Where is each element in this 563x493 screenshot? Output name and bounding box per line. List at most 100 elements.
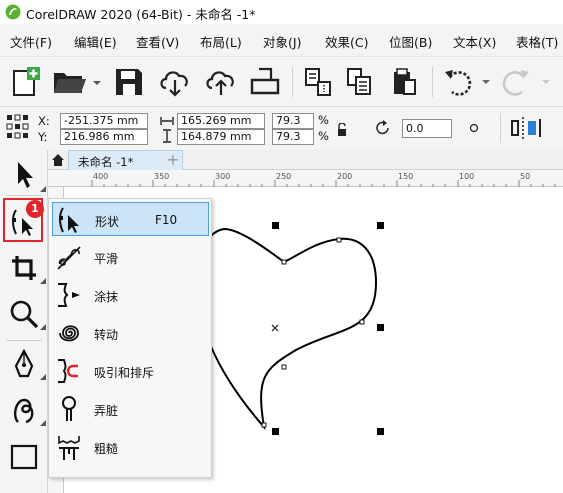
menu-effects[interactable]: 效果(C)	[325, 32, 368, 51]
import-icon[interactable]	[302, 66, 334, 98]
menu-bitmaps[interactable]: 位图(B)	[389, 32, 432, 51]
percent-label: %	[318, 113, 329, 127]
cloud-upload-icon[interactable]	[204, 66, 238, 98]
add-tab-button[interactable]: +	[164, 151, 182, 169]
selection-handle[interactable]	[377, 428, 384, 435]
flyout-arrow-icon	[40, 186, 46, 192]
width-field[interactable]: 165.269 mm	[177, 113, 265, 129]
flyout-arrow-icon	[40, 420, 46, 426]
menu-bar: 文件(F) 编辑(E) 查看(V) 布局(L) 对象(J) 效果(C) 位图(B…	[0, 24, 563, 56]
smooth-tool-icon	[57, 246, 81, 270]
pick-tool-icon[interactable]	[8, 158, 40, 190]
zoom-tool-icon[interactable]	[8, 298, 40, 330]
rotate-icon	[376, 120, 389, 135]
x-label: X:	[38, 114, 50, 128]
print-icon[interactable]	[248, 66, 282, 98]
node-handle[interactable]	[261, 422, 267, 428]
save-icon[interactable]	[114, 67, 144, 97]
node-handle[interactable]	[336, 237, 342, 243]
flyout-item-label: 涂抹	[94, 290, 119, 304]
flyout-item-shape[interactable]: 形状 F10	[52, 202, 209, 236]
scale-x-field[interactable]: 79.3	[272, 113, 314, 129]
toolbar-separator	[500, 113, 501, 143]
cloud-download-icon[interactable]	[158, 66, 192, 98]
mirror-icon[interactable]	[510, 115, 544, 141]
shape-tool-icon	[59, 207, 79, 233]
window-title: CorelDRAW 2020 (64-Bit) - 未命名 -1*	[26, 7, 256, 22]
selection-handle[interactable]	[272, 428, 279, 435]
node-handle[interactable]	[359, 319, 365, 325]
heart-shape[interactable]	[196, 227, 378, 431]
flyout-item-label: 平滑	[94, 252, 119, 266]
menu-table[interactable]: 表格(T)	[516, 32, 558, 51]
toolbar-separator	[432, 67, 433, 97]
menu-file[interactable]: 文件(F)	[10, 32, 52, 51]
selection-handle[interactable]	[377, 324, 384, 331]
flyout-item-attract-repel[interactable]: 吸引和排斥	[52, 354, 209, 388]
center-marker	[271, 324, 279, 332]
open-folder-icon[interactable]	[52, 67, 102, 97]
node-handle[interactable]	[281, 259, 287, 265]
redo-icon[interactable]	[502, 66, 552, 98]
crop-tool-icon[interactable]	[8, 252, 40, 284]
selection-handle[interactable]	[377, 222, 384, 229]
property-bar: X: Y: -251.375 mm 216.986 mm 165.269 mm …	[0, 106, 563, 150]
pen-tool-icon[interactable]	[8, 348, 40, 380]
toolbox: 1	[0, 150, 48, 493]
menu-view[interactable]: 查看(V)	[136, 32, 179, 51]
smudge-tool-icon	[62, 396, 76, 421]
roughen-tool-icon	[58, 436, 80, 460]
rectangle-tool-icon[interactable]	[8, 440, 40, 472]
smear-tool-icon	[58, 283, 80, 307]
object-origin-icon[interactable]	[5, 113, 31, 141]
twirl-tool-icon	[59, 325, 79, 342]
callout-badge: 1	[26, 200, 44, 218]
flyout-item-label: 转动	[94, 328, 119, 342]
width-icon	[160, 117, 174, 125]
toolbar-separator	[292, 67, 293, 97]
export-icon[interactable]	[344, 66, 376, 98]
document-tab-bar: 未命名 -1* +	[48, 150, 563, 170]
y-label: Y:	[38, 130, 48, 144]
flyout-item-smear[interactable]: 涂抹	[52, 278, 209, 312]
flyout-item-smudge[interactable]: 弄脏	[52, 392, 209, 426]
height-field[interactable]: 164.879 mm	[177, 129, 265, 145]
flyout-item-label: 形状	[95, 215, 120, 229]
x-position-field[interactable]: -251.375 mm	[60, 113, 148, 129]
flyout-item-label: 弄脏	[94, 404, 119, 418]
percent-label: %	[318, 129, 329, 143]
freehand-tool-icon[interactable]	[8, 394, 40, 426]
degree-icon	[469, 123, 479, 133]
flyout-item-roughen[interactable]: 粗糙	[52, 430, 209, 464]
scale-y-field[interactable]: 79.3	[272, 129, 314, 145]
flyout-item-twirl[interactable]: 转动	[52, 316, 209, 350]
new-document-icon[interactable]	[8, 65, 42, 99]
flyout-item-shortcut: F10	[155, 213, 178, 227]
horizontal-ruler: 400 350 300 250 200 150 100 50	[48, 170, 563, 187]
rotation-field[interactable]: 0.0	[402, 119, 452, 138]
publish-pdf-icon[interactable]	[388, 66, 420, 98]
flyout-arrow-icon	[40, 278, 46, 284]
height-icon	[163, 129, 171, 143]
menu-text[interactable]: 文本(X)	[453, 32, 496, 51]
toolbox-separator	[6, 195, 42, 196]
attract-repel-tool-icon	[58, 359, 78, 383]
home-icon[interactable]	[51, 153, 65, 167]
selection-handle[interactable]	[272, 222, 279, 229]
lock-ratio-icon[interactable]	[337, 123, 347, 137]
node-handle[interactable]	[281, 364, 287, 370]
menu-object[interactable]: 对象(J)	[263, 32, 301, 51]
menu-layout[interactable]: 布局(L)	[200, 32, 242, 51]
flyout-arrow-icon	[40, 324, 46, 330]
undo-icon[interactable]	[442, 66, 492, 98]
toolbox-separator	[6, 340, 42, 341]
y-position-field[interactable]: 216.986 mm	[60, 129, 148, 145]
shape-tools-flyout: 形状 F10 平滑 涂抹 转动 吸引和排斥 弄脏 粗糙	[48, 198, 212, 478]
standard-toolbar	[0, 56, 563, 106]
flyout-item-label: 吸引和排斥	[94, 366, 155, 380]
coreldraw-logo-icon	[5, 4, 21, 20]
title-bar: CorelDRAW 2020 (64-Bit) - 未命名 -1*	[0, 0, 563, 24]
flyout-item-label: 粗糙	[94, 442, 119, 456]
menu-edit[interactable]: 编辑(E)	[74, 32, 117, 51]
flyout-item-smooth[interactable]: 平滑	[52, 240, 209, 274]
